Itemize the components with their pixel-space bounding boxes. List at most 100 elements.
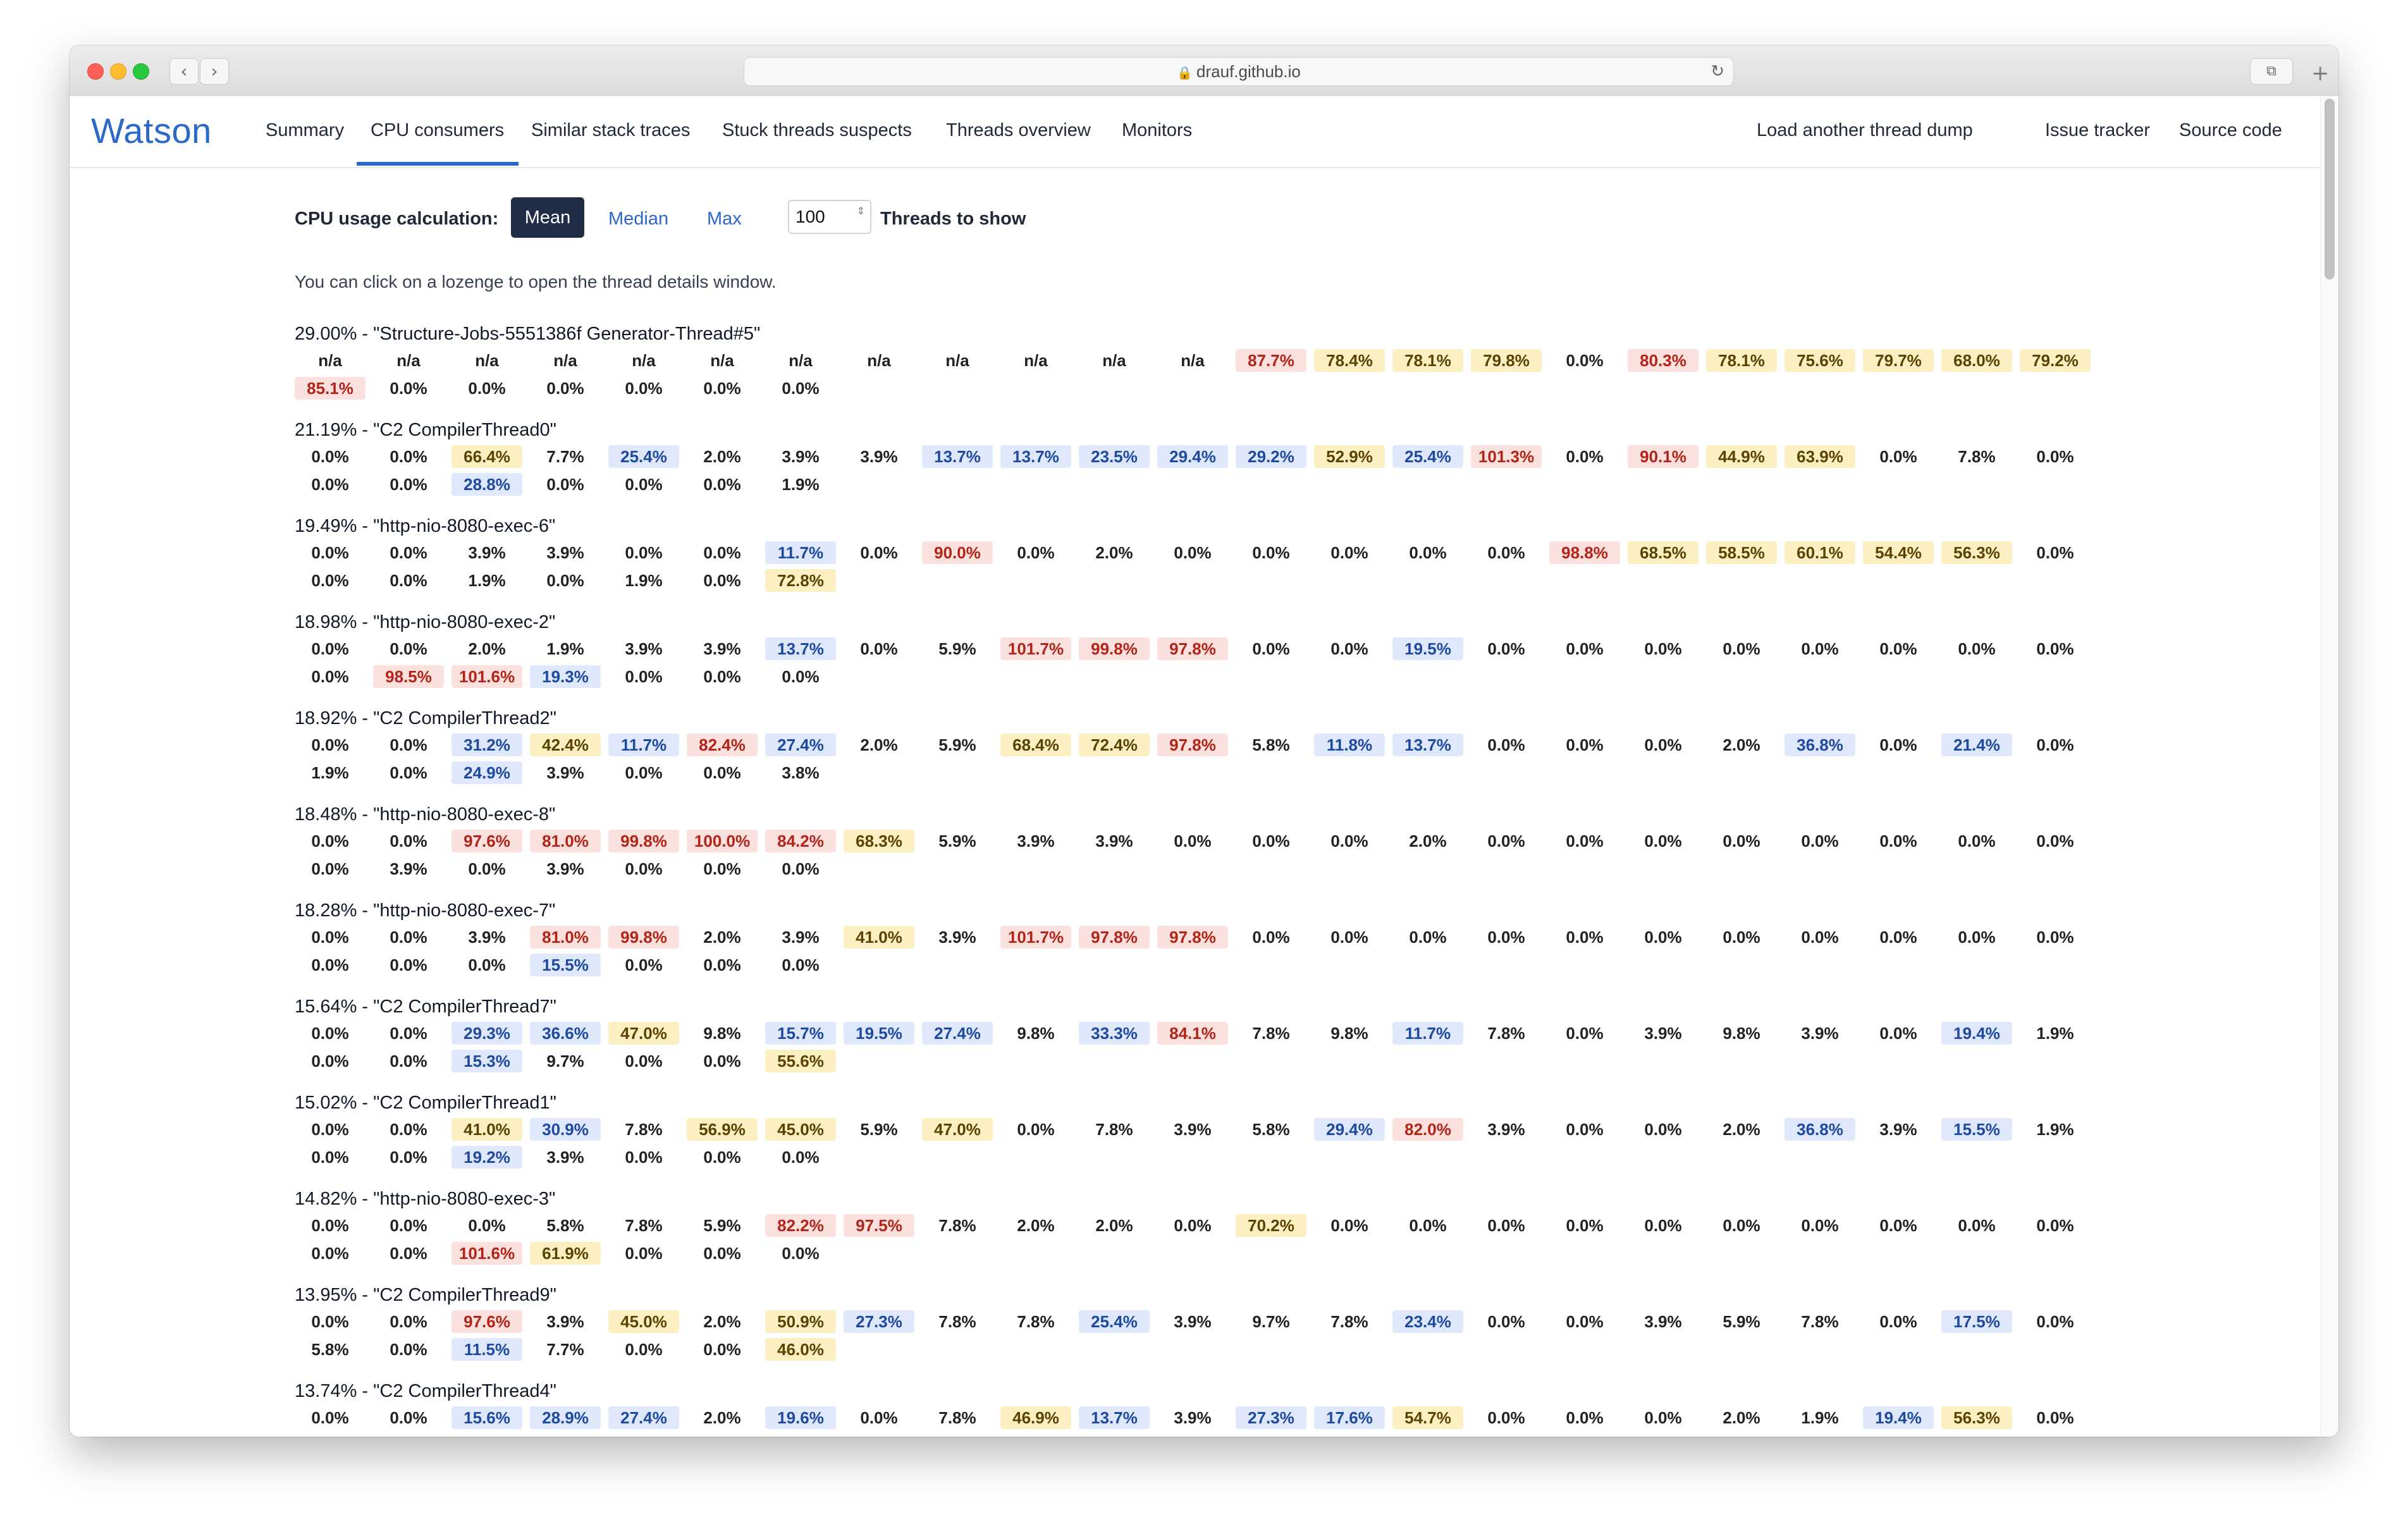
cpu-lozenge[interactable]: 0.0% <box>295 445 366 468</box>
cpu-lozenge[interactable]: 0.0% <box>687 377 758 400</box>
cpu-lozenge[interactable]: 2.0% <box>1079 1214 1150 1237</box>
cpu-lozenge[interactable]: 36.8% <box>1784 1118 1855 1141</box>
cpu-lozenge[interactable]: 82.2% <box>765 1214 836 1237</box>
cpu-lozenge[interactable]: 0.0% <box>452 377 522 400</box>
cpu-lozenge[interactable]: 15.3% <box>452 1050 522 1072</box>
cpu-lozenge[interactable]: 0.0% <box>765 954 836 976</box>
cpu-lozenge[interactable]: 0.0% <box>1471 1406 1542 1429</box>
cpu-lozenge[interactable]: 27.4% <box>765 734 836 756</box>
cpu-lozenge[interactable]: 87.7% <box>1236 349 1306 372</box>
cpu-lozenge[interactable]: 0.0% <box>1000 1118 1071 1141</box>
cpu-lozenge[interactable]: 0.0% <box>1236 926 1306 949</box>
cpu-lozenge[interactable]: 72.4% <box>1079 734 1150 756</box>
cpu-lozenge[interactable]: 13.7% <box>1392 734 1463 756</box>
cpu-lozenge[interactable]: 0.0% <box>1628 926 1698 949</box>
cpu-lozenge[interactable]: 55.6% <box>765 1050 836 1072</box>
cpu-lozenge[interactable]: 29.4% <box>1314 1118 1385 1141</box>
cpu-lozenge[interactable]: 7.8% <box>922 1406 993 1429</box>
cpu-lozenge[interactable]: 54.4% <box>1863 541 1934 564</box>
threads-count-input[interactable]: 100 ⇕ <box>788 200 871 234</box>
nav-source-code[interactable]: Source code <box>2179 120 2282 141</box>
close-window-button[interactable] <box>87 63 104 80</box>
cpu-lozenge[interactable]: 0.0% <box>295 926 366 949</box>
cpu-lozenge[interactable]: 0.0% <box>373 830 444 852</box>
cpu-lozenge[interactable]: 27.3% <box>844 1310 914 1333</box>
cpu-lozenge[interactable]: 11.8% <box>1314 734 1385 756</box>
cpu-lozenge[interactable]: 0.0% <box>452 1214 522 1237</box>
cpu-lozenge[interactable]: 0.0% <box>1236 637 1306 660</box>
cpu-lozenge[interactable]: 0.0% <box>373 377 444 400</box>
cpu-lozenge[interactable]: 78.1% <box>1392 349 1463 372</box>
cpu-lozenge[interactable]: n/a <box>1079 349 1150 372</box>
cpu-lozenge[interactable]: 7.8% <box>1079 1118 1150 1141</box>
cpu-lozenge[interactable]: 3.9% <box>452 926 522 949</box>
cpu-lozenge[interactable]: 0.0% <box>1549 637 1620 660</box>
cpu-lozenge[interactable]: 3.9% <box>1157 1118 1228 1141</box>
page-scrollbar[interactable] <box>2320 96 2338 1437</box>
cpu-lozenge[interactable]: 0.0% <box>373 445 444 468</box>
cpu-lozenge[interactable]: 0.0% <box>1471 1214 1542 1237</box>
cpu-lozenge[interactable]: 7.8% <box>1784 1310 1855 1333</box>
cpu-lozenge[interactable]: 78.1% <box>1706 349 1777 372</box>
cpu-lozenge[interactable]: 0.0% <box>295 1242 366 1265</box>
cpu-lozenge[interactable]: 99.8% <box>1079 637 1150 660</box>
cpu-lozenge[interactable]: 0.0% <box>295 1118 366 1141</box>
cpu-lozenge[interactable]: 19.5% <box>844 1022 914 1045</box>
cpu-lozenge[interactable]: 63.9% <box>1784 445 1855 468</box>
cpu-lozenge[interactable]: 24.9% <box>452 761 522 784</box>
cpu-lozenge[interactable]: n/a <box>1157 349 1228 372</box>
cpu-lozenge[interactable]: 7.8% <box>1000 1310 1071 1333</box>
cpu-lozenge[interactable]: 1.9% <box>2020 1118 2091 1141</box>
cpu-lozenge[interactable]: 0.0% <box>2020 830 2091 852</box>
cpu-lozenge[interactable]: 27.4% <box>922 1022 993 1045</box>
cpu-lozenge[interactable]: 0.0% <box>1549 349 1620 372</box>
cpu-lozenge[interactable]: 0.0% <box>373 473 444 496</box>
cpu-lozenge[interactable]: 27.3% <box>1236 1406 1306 1429</box>
cpu-lozenge[interactable]: 0.0% <box>1471 830 1542 852</box>
cpu-lozenge[interactable]: 0.0% <box>373 954 444 976</box>
cpu-lozenge[interactable]: 0.0% <box>1471 637 1542 660</box>
cpu-lozenge[interactable]: 100.0% <box>687 830 758 852</box>
median-button[interactable]: Median <box>608 209 668 230</box>
cpu-lozenge[interactable]: 101.6% <box>452 1242 522 1265</box>
cpu-lozenge[interactable]: 3.9% <box>373 857 444 880</box>
cpu-lozenge[interactable]: 2.0% <box>1706 734 1777 756</box>
cpu-lozenge[interactable]: 41.0% <box>452 1118 522 1141</box>
cpu-lozenge[interactable]: 0.0% <box>1236 541 1306 564</box>
cpu-lozenge[interactable]: 0.0% <box>452 954 522 976</box>
cpu-lozenge[interactable]: 84.1% <box>1157 1022 1228 1045</box>
cpu-lozenge[interactable]: 5.9% <box>1706 1310 1777 1333</box>
cpu-lozenge[interactable]: 68.0% <box>1941 349 2012 372</box>
cpu-lozenge[interactable]: 21.4% <box>1941 734 2012 756</box>
cpu-lozenge[interactable]: 0.0% <box>295 1310 366 1333</box>
cpu-lozenge[interactable]: 0.0% <box>530 377 601 400</box>
back-button[interactable]: ‹ <box>169 58 199 85</box>
cpu-lozenge[interactable]: 0.0% <box>2020 445 2091 468</box>
cpu-lozenge[interactable]: 25.4% <box>1079 1310 1150 1333</box>
cpu-lozenge[interactable]: 0.0% <box>1549 734 1620 756</box>
cpu-lozenge[interactable]: 0.0% <box>295 1406 366 1429</box>
cpu-lozenge[interactable]: 50.9% <box>765 1310 836 1333</box>
minimize-window-button[interactable] <box>110 63 126 80</box>
max-button[interactable]: Max <box>707 209 742 230</box>
cpu-lozenge[interactable]: 27.4% <box>608 1406 679 1429</box>
cpu-lozenge[interactable]: 0.0% <box>1314 541 1385 564</box>
cpu-lozenge[interactable]: 0.0% <box>1471 926 1542 949</box>
cpu-lozenge[interactable]: 0.0% <box>1549 1022 1620 1045</box>
cpu-lozenge[interactable]: n/a <box>1000 349 1071 372</box>
cpu-lozenge[interactable]: 0.0% <box>1863 445 1934 468</box>
cpu-lozenge[interactable]: 0.0% <box>373 637 444 660</box>
cpu-lozenge[interactable]: 0.0% <box>687 1050 758 1072</box>
cpu-lozenge[interactable]: 68.5% <box>1628 541 1698 564</box>
cpu-lozenge[interactable]: 11.5% <box>452 1338 522 1361</box>
cpu-lozenge[interactable]: 41.0% <box>844 926 914 949</box>
nav-stuck-threads-suspects[interactable]: Stuck threads suspects <box>722 120 912 141</box>
cpu-lozenge[interactable]: 0.0% <box>1549 926 1620 949</box>
cpu-lozenge[interactable]: 0.0% <box>373 1214 444 1237</box>
cpu-lozenge[interactable]: 0.0% <box>765 1242 836 1265</box>
cpu-lozenge[interactable]: 7.8% <box>922 1310 993 1333</box>
cpu-lozenge[interactable]: 0.0% <box>1157 541 1228 564</box>
cpu-lozenge[interactable]: 0.0% <box>373 1118 444 1141</box>
cpu-lozenge[interactable]: 56.3% <box>1941 541 2012 564</box>
cpu-lozenge[interactable]: 97.8% <box>1079 926 1150 949</box>
